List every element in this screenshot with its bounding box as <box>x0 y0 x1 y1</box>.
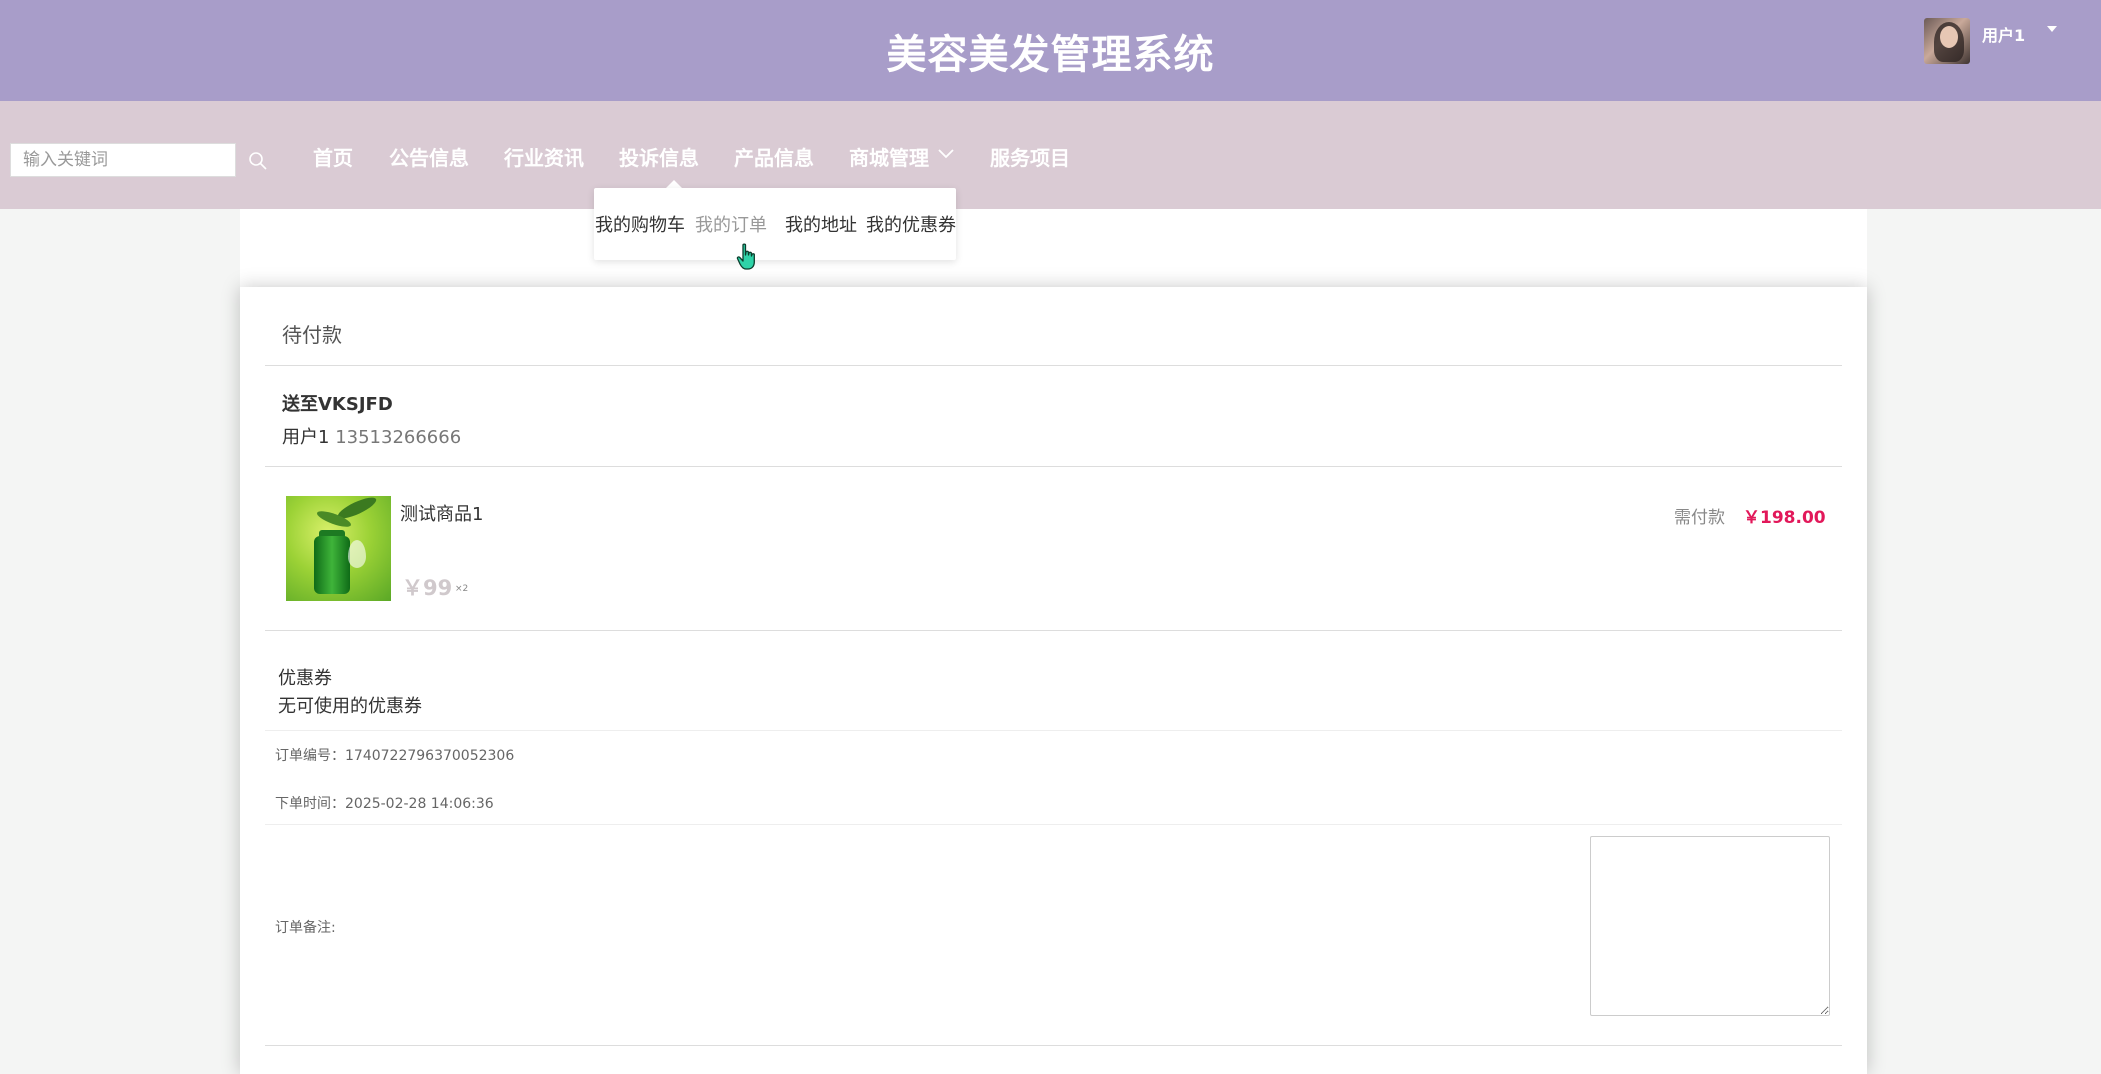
divider <box>265 466 1842 467</box>
nav-item-mall-management[interactable]: 商城管理 <box>849 142 929 171</box>
divider <box>265 365 1842 366</box>
nav-item-home[interactable]: 首页 <box>313 142 353 171</box>
order-number-value: 1740722796370052306 <box>345 748 515 764</box>
order-time-label: 下单时间： <box>275 796 345 812</box>
nav-item-industry-news[interactable]: 行业资讯 <box>504 142 584 171</box>
pay-amount: ￥198.00 <box>1743 508 1826 528</box>
product-image[interactable] <box>286 496 391 601</box>
ship-to-address: 送至VKSJFD <box>282 394 393 415</box>
remark-textarea[interactable] <box>1590 836 1830 1016</box>
recipient-phone: 13513266666 <box>335 427 462 448</box>
dropdown-item-coupons[interactable]: 我的优惠券 <box>866 211 956 237</box>
dropdown-item-cart[interactable]: 我的购物车 <box>595 211 685 237</box>
nav-item-complaints[interactable]: 投诉信息 <box>619 142 699 171</box>
search-icon[interactable] <box>247 150 269 172</box>
top-header: 美容美发管理系统 <box>0 0 2101 101</box>
dropdown-arrow <box>666 180 682 188</box>
nav-item-announcements[interactable]: 公告信息 <box>389 142 469 171</box>
product-quantity: ×2 <box>455 584 469 594</box>
user-name[interactable]: 用户1 <box>1982 22 2025 46</box>
dropdown-item-addresses[interactable]: 我的地址 <box>785 211 857 237</box>
search-input[interactable] <box>10 143 236 177</box>
avatar[interactable] <box>1924 18 1970 64</box>
pay-label: 需付款 <box>1674 508 1725 528</box>
order-number-label: 订单编号： <box>275 748 345 764</box>
coupon-label: 优惠券 <box>278 668 332 689</box>
nav-item-services[interactable]: 服务项目 <box>990 142 1070 171</box>
nav-item-products[interactable]: 产品信息 <box>734 142 814 171</box>
product-name[interactable]: 测试商品1 <box>400 500 483 526</box>
order-time: 下单时间：2025-02-28 14:06:36 <box>275 793 494 813</box>
divider <box>265 630 1842 631</box>
recipient-info: 用户1 13513266666 <box>282 423 461 449</box>
caret-down-icon[interactable] <box>2047 26 2058 32</box>
product-price: ￥99 <box>402 576 453 600</box>
dropdown-item-orders[interactable]: 我的订单 <box>695 211 767 237</box>
chevron-down-icon[interactable] <box>938 148 954 160</box>
order-time-value: 2025-02-28 14:06:36 <box>345 796 494 812</box>
remark-label: 订单备注: <box>275 920 336 936</box>
order-number: 订单编号：1740722796370052306 <box>275 745 514 765</box>
divider <box>265 1045 1842 1046</box>
divider <box>265 824 1842 825</box>
mall-dropdown-menu: 我的购物车 我的订单 我的地址 我的优惠券 <box>594 188 956 260</box>
divider <box>265 730 1842 731</box>
site-title: 美容美发管理系统 <box>886 32 1215 78</box>
recipient-name: 用户1 <box>282 427 330 448</box>
hand-cursor-icon <box>736 243 755 270</box>
content-band <box>240 209 1867 287</box>
coupon-value[interactable]: 无可使用的优惠券 <box>278 692 422 718</box>
order-status: 待付款 <box>282 323 342 347</box>
user-menu[interactable]: 用户1 <box>1924 18 2058 64</box>
